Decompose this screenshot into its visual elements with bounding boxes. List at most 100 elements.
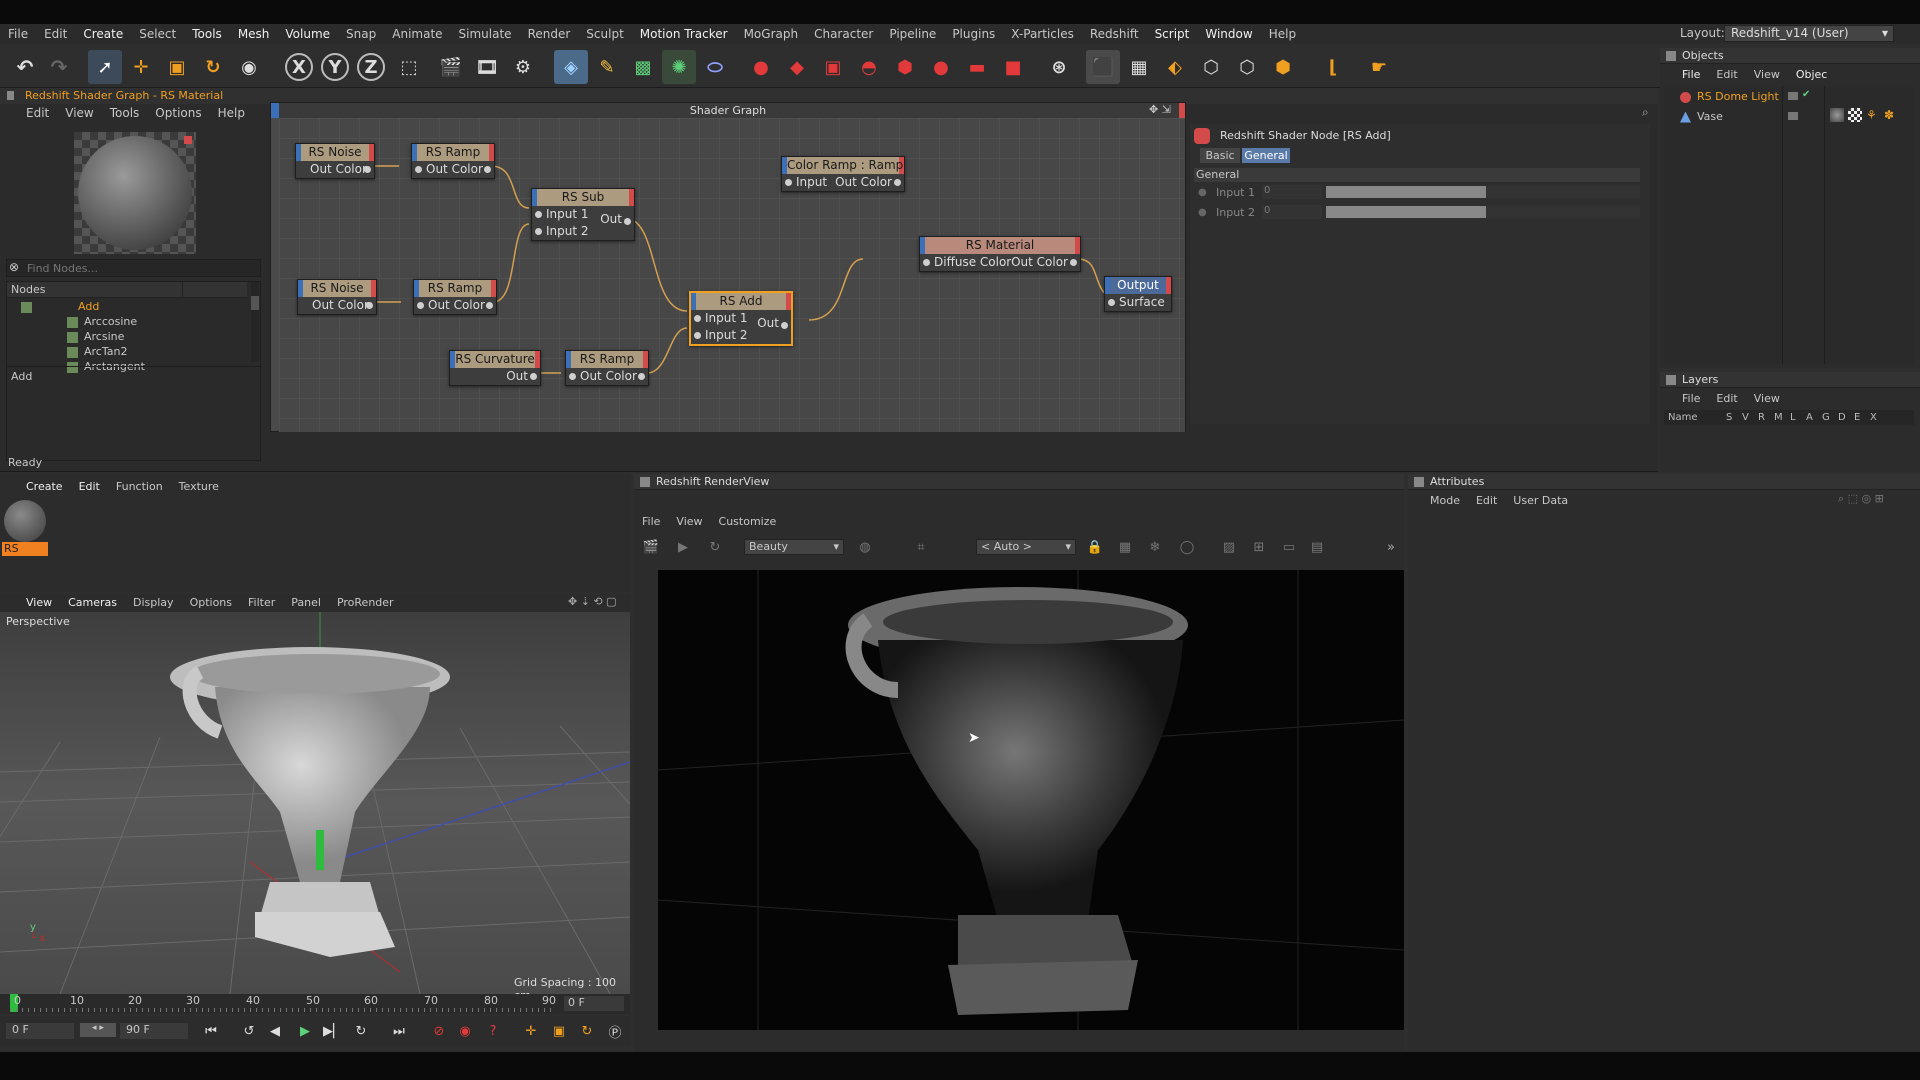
- tab-basic[interactable]: Basic: [1200, 148, 1240, 163]
- z-axis-lock-button[interactable]: Z: [357, 53, 385, 81]
- rs-curvature-node[interactable]: RS Curvature Out: [449, 350, 541, 386]
- viewport-nav-icons[interactable]: ✥ ⇣ ⟲ ▢: [568, 595, 617, 608]
- menu-character[interactable]: Character: [806, 27, 881, 41]
- pen-spline-button[interactable]: ✎: [590, 50, 624, 84]
- node-list-item[interactable]: Add: [21, 300, 251, 315]
- shader-menu-edit[interactable]: Edit: [18, 106, 57, 120]
- move-tool-button[interactable]: ✛: [124, 50, 158, 84]
- port-dot[interactable]: [366, 302, 373, 309]
- rs-dome-light-icon[interactable]: ◓: [852, 50, 886, 84]
- nodes-scrollbar[interactable]: [251, 282, 259, 362]
- step-back-button[interactable]: ◀: [264, 1020, 286, 1042]
- viewport-menu-prorender[interactable]: ProRender: [329, 596, 402, 609]
- render-settings-button[interactable]: ⚙: [506, 50, 540, 84]
- node-list-item[interactable]: Arctangent: [21, 360, 251, 375]
- menu-pipeline[interactable]: Pipeline: [881, 27, 944, 41]
- render-picture-viewer-button[interactable]: 🎞: [470, 50, 504, 84]
- aov-dropdown[interactable]: Beauty ▾: [744, 539, 844, 555]
- viewport-menu-cameras[interactable]: Cameras: [60, 596, 125, 609]
- rv-menu-file[interactable]: File: [634, 515, 668, 528]
- port-dot[interactable]: [535, 211, 542, 218]
- node-port-in[interactable]: Input 1 Out: [691, 310, 791, 330]
- clear-search-icon[interactable]: ⊗: [9, 260, 19, 274]
- scale-tool-button[interactable]: ▣: [160, 50, 194, 84]
- current-frame-field[interactable]: 0 F: [564, 996, 624, 1011]
- crop-icon[interactable]: ⌗: [910, 536, 932, 558]
- node-port-out[interactable]: Out Color: [298, 297, 376, 314]
- visibility-toggle[interactable]: [1788, 92, 1798, 100]
- material-menu-create[interactable]: Create: [18, 480, 71, 493]
- step-forward-button[interactable]: ▶▏: [322, 1020, 344, 1042]
- record-button[interactable]: ⊘: [428, 1020, 450, 1042]
- lock-icon[interactable]: 🔒: [1084, 536, 1106, 558]
- clapper-icon[interactable]: 🎬: [640, 536, 662, 558]
- node-port-in[interactable]: Input 2: [691, 327, 791, 344]
- undo-button[interactable]: ↶: [8, 50, 42, 84]
- rs-spot-light-icon[interactable]: ◆: [780, 50, 814, 84]
- texture-mode-button[interactable]: ▦: [1122, 50, 1156, 84]
- material-menu-edit[interactable]: Edit: [71, 480, 108, 493]
- check-icon[interactable]: ✔: [1802, 89, 1810, 100]
- select-tool-button[interactable]: ➚: [88, 50, 122, 84]
- menu-volume[interactable]: Volume: [277, 27, 338, 41]
- menu-help[interactable]: Help: [1261, 27, 1304, 41]
- node-port-out[interactable]: Out Color: [414, 297, 496, 314]
- node-list-item[interactable]: Arccosine: [21, 315, 251, 330]
- graph-maximize-icon[interactable]: ✥ ⇲: [1149, 103, 1171, 116]
- freeze-icon[interactable]: ❄: [1144, 536, 1166, 558]
- rs-noise-node[interactable]: RS Noise Out Color: [295, 143, 375, 179]
- layers-menu-view[interactable]: View: [1746, 392, 1788, 405]
- key-scale-button[interactable]: ▣: [548, 1020, 570, 1042]
- port-dot[interactable]: [638, 373, 645, 380]
- x-axis-lock-button[interactable]: X: [285, 53, 313, 81]
- port-dot[interactable]: [535, 228, 542, 235]
- cloner-button[interactable]: ✺: [662, 50, 696, 84]
- layout-dropdown[interactable]: Redshift_v14 (User) ▾: [1724, 25, 1894, 42]
- rs-add-node[interactable]: RS Add Input 1 Out Input 2: [689, 291, 793, 346]
- rotate-tool-button[interactable]: ↻: [196, 50, 230, 84]
- menu-motion-tracker[interactable]: Motion Tracker: [632, 27, 736, 41]
- objects-menu-edit[interactable]: Edit: [1708, 68, 1745, 81]
- input1-field[interactable]: 0: [1262, 185, 1322, 199]
- rs-sun-icon[interactable]: ●: [924, 50, 958, 84]
- shader-menu-help[interactable]: Help: [210, 106, 253, 120]
- play-render-button[interactable]: ▶: [672, 536, 694, 558]
- shader-menu-view[interactable]: View: [57, 106, 101, 120]
- rs-ramp-node[interactable]: RS Ramp Out Color: [413, 279, 497, 315]
- rs-light-icon[interactable]: ●: [744, 50, 778, 84]
- web-material-icon[interactable]: ⊛: [1042, 50, 1076, 84]
- autokey-button[interactable]: ◉: [454, 1020, 476, 1042]
- rs-material-node[interactable]: RS Material Diffuse Color Out Color: [919, 236, 1081, 272]
- material-tag-icon[interactable]: [1830, 108, 1844, 122]
- keyframe-selection-button[interactable]: ?: [482, 1020, 504, 1042]
- cube-primitive-button[interactable]: ◈: [554, 50, 588, 84]
- menu-simulate[interactable]: Simulate: [451, 27, 520, 41]
- menu-tools[interactable]: Tools: [184, 27, 230, 41]
- lock-icon[interactable]: ●: [1198, 187, 1207, 198]
- search-icon[interactable]: ⌕: [1642, 105, 1649, 120]
- subdivision-button[interactable]: ▩: [626, 50, 660, 84]
- grid-icon[interactable]: ▦: [1114, 536, 1136, 558]
- port-dot[interactable]: [486, 302, 493, 309]
- add-snapshot-icon[interactable]: ⊞: [1248, 536, 1270, 558]
- port-dot[interactable]: [694, 315, 701, 322]
- lock-icon[interactable]: ●: [1198, 207, 1207, 218]
- next-key-button[interactable]: ↻: [350, 1020, 372, 1042]
- object-row-vase[interactable]: Vase: [1680, 110, 1723, 123]
- live-select-button[interactable]: ◉: [232, 50, 266, 84]
- node-port-out[interactable]: Out Color: [412, 161, 494, 178]
- menu-render[interactable]: Render: [520, 27, 579, 41]
- menu-file[interactable]: File: [0, 27, 36, 41]
- render-view-button[interactable]: 🎬: [434, 50, 468, 84]
- node-port-in[interactable]: Input 1 Out: [532, 206, 634, 226]
- shader-menu-options[interactable]: Options: [147, 106, 209, 120]
- points-mode-button[interactable]: ⬡: [1194, 50, 1228, 84]
- circle-icon[interactable]: ◯: [1176, 536, 1198, 558]
- node-port-in[interactable]: Input 2: [532, 223, 634, 240]
- menu-window[interactable]: Window: [1197, 27, 1260, 41]
- port-dot[interactable]: [1108, 299, 1115, 306]
- port-dot[interactable]: [894, 179, 901, 186]
- goto-start-button[interactable]: ⏮: [200, 1020, 222, 1042]
- shader-menu-tools[interactable]: Tools: [102, 106, 148, 120]
- pv-icon[interactable]: ▭: [1278, 536, 1300, 558]
